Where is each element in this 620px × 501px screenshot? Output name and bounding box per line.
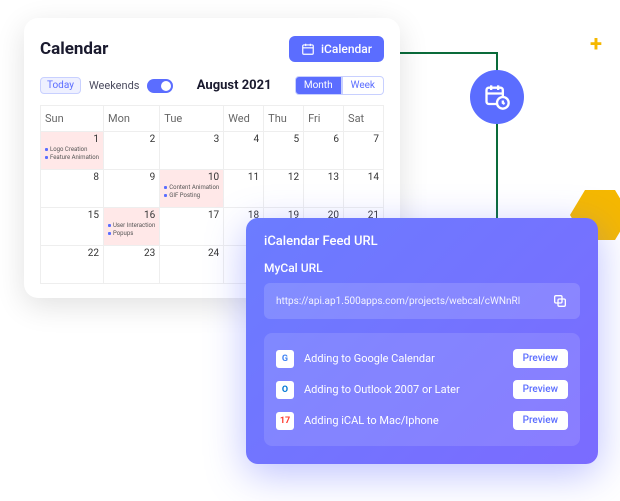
calendar-event[interactable]: Logo Creation	[45, 146, 99, 153]
url-box: https://api.ap1.500apps.com/projects/web…	[264, 283, 580, 319]
a-icon: 17	[276, 412, 294, 430]
integration-label: Adding to Outlook 2007 or Later	[304, 383, 460, 396]
calendar-cell[interactable]: 3	[160, 132, 224, 170]
day-number: 16	[108, 210, 155, 221]
day-number: 5	[268, 134, 299, 145]
o-icon: O	[276, 381, 294, 399]
day-header: Wed	[224, 106, 264, 132]
month-year-label: August 2021	[197, 78, 272, 93]
day-header: Sun	[41, 106, 104, 132]
view-month-button[interactable]: Month	[295, 76, 342, 95]
day-number: 23	[108, 248, 155, 259]
day-number: 4	[228, 134, 259, 145]
day-header: Tue	[160, 106, 224, 132]
day-number: 15	[45, 210, 99, 221]
view-week-button[interactable]: Week	[342, 76, 384, 95]
calendar-cell[interactable]: 13	[304, 170, 344, 208]
day-number: 13	[308, 172, 339, 183]
day-number: 14	[348, 172, 379, 183]
calendar-cell[interactable]: 17	[160, 208, 224, 246]
calendar-cell[interactable]: 5	[264, 132, 304, 170]
calendar-cell[interactable]: 7	[344, 132, 384, 170]
day-header: Mon	[104, 106, 160, 132]
calendar-cell[interactable]: 6	[304, 132, 344, 170]
calendar-cell[interactable]: 11	[224, 170, 264, 208]
calendar-cell[interactable]: 8	[41, 170, 104, 208]
icalendar-button[interactable]: iCalendar	[289, 36, 384, 62]
day-number: 10	[164, 172, 219, 183]
calendar-cell[interactable]: 16User InteractionPopups	[104, 208, 160, 246]
day-number: 24	[164, 248, 219, 259]
today-button[interactable]: Today	[40, 77, 81, 94]
calendar-cell[interactable]: 2	[104, 132, 160, 170]
calendar-cell[interactable]: 22	[41, 246, 104, 284]
day-number: 9	[108, 172, 155, 183]
calendar-title: Calendar	[40, 39, 108, 59]
weekends-toggle[interactable]	[147, 79, 173, 93]
calendar-icon	[301, 42, 315, 56]
day-number: 6	[308, 134, 339, 145]
icalendar-feed-card: iCalendar Feed URL MyCal URL https://api…	[246, 218, 598, 464]
day-number: 12	[268, 172, 299, 183]
calendar-cell[interactable]: 24	[160, 246, 224, 284]
integration-row: 17 Adding iCAL to Mac/Iphone Preview	[276, 405, 568, 436]
day-number: 22	[45, 248, 99, 259]
feed-url: https://api.ap1.500apps.com/projects/web…	[276, 296, 520, 307]
day-number: 1	[45, 134, 99, 145]
calendar-cell[interactable]: 1Logo CreationFeature Animation	[41, 132, 104, 170]
plus-decoration: +	[590, 32, 602, 57]
calendar-event[interactable]: Feature Animation	[45, 154, 99, 161]
calendar-cell[interactable]: 14	[344, 170, 384, 208]
day-header: Thu	[264, 106, 304, 132]
calendar-event[interactable]: Content Animation	[164, 184, 219, 191]
calendar-event[interactable]: GIF Posting	[164, 192, 219, 199]
calendar-event[interactable]: Popups	[108, 230, 155, 237]
day-header: Sat	[344, 106, 384, 132]
day-header: Fri	[304, 106, 344, 132]
calendar-cell[interactable]: 10Content AnimationGIF Posting	[160, 170, 224, 208]
integration-row: G Adding to Google Calendar Preview	[276, 343, 568, 374]
icalendar-button-label: iCalendar	[321, 42, 372, 56]
feed-title: iCalendar Feed URL	[264, 234, 580, 249]
calendar-badge	[470, 70, 524, 124]
day-number: 7	[348, 134, 379, 145]
day-number: 2	[108, 134, 155, 145]
calendar-clock-icon	[483, 83, 511, 111]
integration-row: O Adding to Outlook 2007 or Later Preview	[276, 374, 568, 405]
g-icon: G	[276, 350, 294, 368]
calendar-cell[interactable]: 12	[264, 170, 304, 208]
day-number: 17	[164, 210, 219, 221]
calendar-cell[interactable]: 9	[104, 170, 160, 208]
calendar-event[interactable]: User Interaction	[108, 222, 155, 229]
copy-icon[interactable]	[552, 293, 568, 309]
day-number: 11	[228, 172, 259, 183]
preview-button[interactable]: Preview	[513, 349, 568, 368]
integration-list: G Adding to Google Calendar Preview O Adding…	[264, 333, 580, 446]
calendar-cell[interactable]: 4	[224, 132, 264, 170]
preview-button[interactable]: Preview	[513, 411, 568, 430]
integration-label: Adding to Google Calendar	[304, 352, 435, 365]
calendar-cell[interactable]: 23	[104, 246, 160, 284]
connector-line	[398, 52, 498, 54]
day-number: 8	[45, 172, 99, 183]
day-number: 3	[164, 134, 219, 145]
weekends-label: Weekends	[89, 79, 140, 92]
preview-button[interactable]: Preview	[513, 380, 568, 399]
calendar-cell[interactable]: 15	[41, 208, 104, 246]
feed-subtitle: MyCal URL	[264, 261, 580, 275]
integration-label: Adding iCAL to Mac/Iphone	[304, 414, 439, 427]
